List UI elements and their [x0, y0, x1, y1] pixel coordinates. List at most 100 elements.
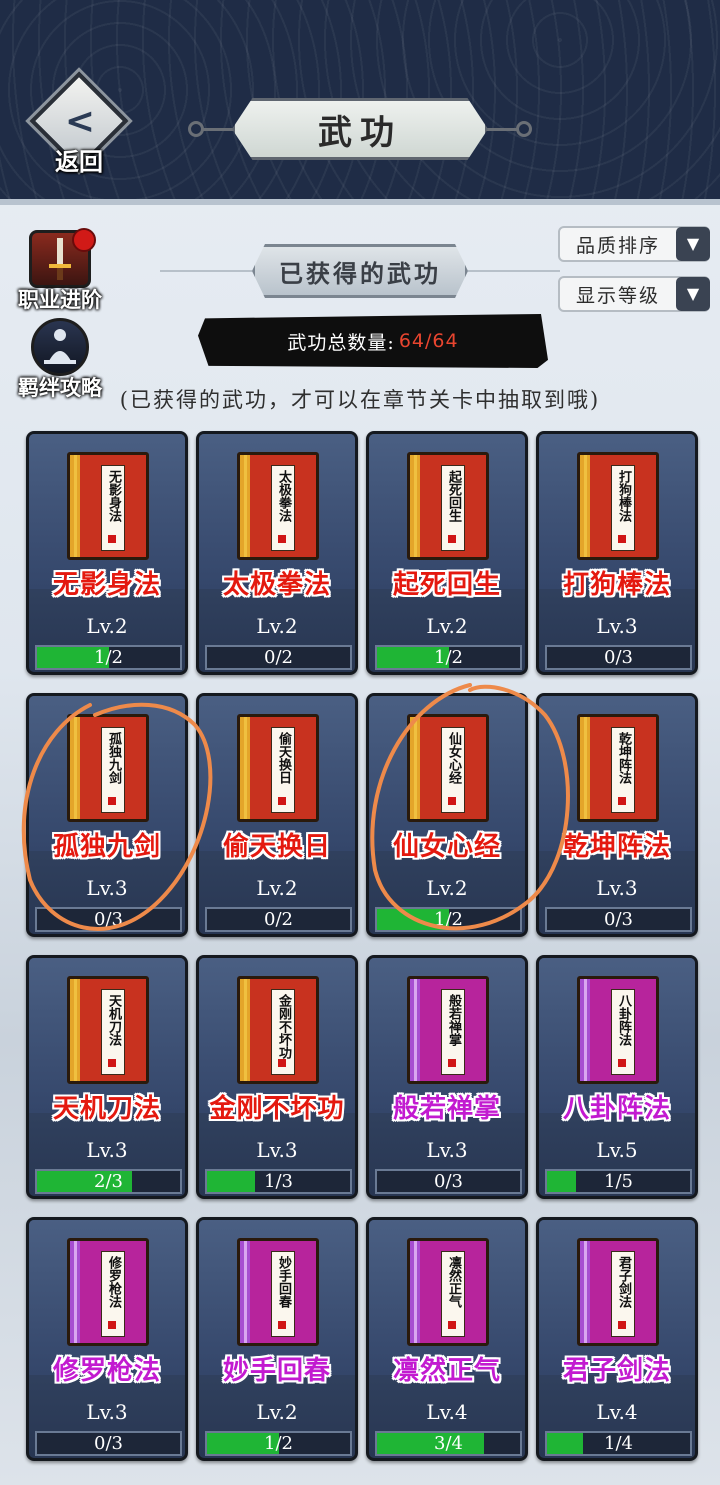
book-binding: [74, 1241, 77, 1343]
book-binding: [244, 717, 247, 819]
martial-art-card[interactable]: 妙手回春 妙手回春 Lv.2 1/2: [196, 1217, 358, 1461]
martial-art-card[interactable]: 太极拳法 太极拳法 Lv.2 0/2: [196, 431, 358, 675]
notification-dot: [72, 228, 96, 252]
martial-art-card[interactable]: 凛然正气 凛然正气 Lv.4 3/4: [366, 1217, 528, 1461]
martial-art-card[interactable]: 仙女心经 仙女心经 Lv.2 1/2: [366, 693, 528, 937]
progress-bar: 1/3: [205, 1169, 352, 1194]
card-level: Lv.3: [596, 876, 638, 900]
martial-art-card[interactable]: 君子剑法 君子剑法 Lv.4 1/4: [536, 1217, 698, 1461]
section-divider-left: [160, 270, 252, 272]
book-binding: [584, 455, 587, 557]
progress-text: 1/4: [604, 1433, 633, 1454]
total-count-value: 64/64: [398, 330, 459, 352]
martial-art-card[interactable]: 天机刀法 天机刀法 Lv.3 2/3: [26, 955, 188, 1199]
card-name: 修罗枪法: [52, 1356, 161, 1386]
seal-stamp-icon: [108, 1321, 116, 1329]
martial-art-card[interactable]: 金刚不坏功 金刚不坏功 Lv.3 1/3: [196, 955, 358, 1199]
scroll-book-icon: 打狗棒法: [577, 452, 659, 560]
card-name: 妙手回春: [222, 1356, 331, 1386]
scroll-book-icon: 乾坤阵法: [577, 714, 659, 822]
scroll-book-icon: 君子剑法: [577, 1238, 659, 1346]
martial-art-card[interactable]: 般若禅掌 般若禅掌 Lv.3 0/3: [366, 955, 528, 1199]
section-divider-right: [468, 270, 560, 272]
chevron-down-icon: ▼: [676, 227, 710, 261]
progress-bar: 0/2: [205, 645, 352, 670]
card-name: 偷天换日: [222, 832, 331, 862]
progress-text: 0/3: [94, 1433, 123, 1454]
progress-bar: 1/2: [205, 1431, 352, 1456]
progress-text: 0/2: [264, 909, 293, 930]
book-binding: [584, 717, 587, 819]
card-level: Lv.3: [426, 1138, 468, 1162]
scroll-book-icon: 太极拳法: [237, 452, 319, 560]
book-binding: [244, 1241, 247, 1343]
book-binding: [74, 979, 77, 1081]
progress-text: 0/3: [604, 909, 633, 930]
martial-art-card[interactable]: 八卦阵法 八卦阵法 Lv.5 1/5: [536, 955, 698, 1199]
progress-text: 1/3: [264, 1171, 293, 1192]
martial-art-card[interactable]: 打狗棒法 打狗棒法 Lv.3 0/3: [536, 431, 698, 675]
page-title: 武功: [318, 112, 402, 153]
scroll-book-icon: 无影身法: [67, 452, 149, 560]
card-level: Lv.2: [256, 876, 298, 900]
total-count-banner: 武功总数量: 64/64: [198, 314, 548, 368]
seal-stamp-icon: [108, 1059, 116, 1067]
progress-bar: 1/2: [375, 907, 522, 932]
seal-stamp-icon: [618, 1059, 626, 1067]
progress-bar: 0/3: [545, 907, 692, 932]
card-level: Lv.2: [256, 1400, 298, 1424]
meditation-glyph-icon: [44, 329, 76, 364]
progress-bar: 0/3: [545, 645, 692, 670]
card-level: Lv.3: [86, 1400, 128, 1424]
martial-art-card[interactable]: 起死回生 起死回生 Lv.2 1/2: [366, 431, 528, 675]
card-name: 仙女心经: [392, 832, 501, 862]
martial-art-card[interactable]: 孤独九剑 孤独九剑 Lv.3 0/3: [26, 693, 188, 937]
card-name: 君子剑法: [562, 1356, 671, 1386]
martial-art-card[interactable]: 修罗枪法 修罗枪法 Lv.3 0/3: [26, 1217, 188, 1461]
progress-text: 0/3: [434, 1171, 463, 1192]
total-count-label: 武功总数量:: [287, 331, 395, 354]
progress-text: 1/2: [94, 647, 123, 668]
progress-text: 0/3: [94, 909, 123, 930]
title-plate: 武功: [232, 98, 488, 160]
seal-stamp-icon: [108, 535, 116, 543]
card-level: Lv.3: [86, 1138, 128, 1162]
seal-stamp-icon: [108, 797, 116, 805]
meditation-icon: [31, 318, 89, 376]
scroll-book-icon: 仙女心经: [407, 714, 489, 822]
quality-sort-label: 品质排序: [575, 234, 660, 257]
book-binding: [244, 979, 247, 1081]
progress-bar: 0/3: [375, 1169, 522, 1194]
card-level: Lv.2: [426, 614, 468, 638]
card-level: Lv.2: [86, 614, 128, 638]
hint-text: (已获得的武功，才可以在章节关卡中抽取到哦): [119, 388, 601, 412]
show-level-dropdown[interactable]: 显示等级 ▼: [558, 276, 710, 312]
scroll-book-icon: 金刚不坏功: [237, 976, 319, 1084]
scroll-book-icon: 孤独九剑: [67, 714, 149, 822]
seal-stamp-icon: [448, 1321, 456, 1329]
martial-art-card[interactable]: 偷天换日 偷天换日 Lv.2 0/2: [196, 693, 358, 937]
seal-stamp-icon: [278, 797, 286, 805]
progress-bar: 3/4: [375, 1431, 522, 1456]
card-name: 凛然正气: [392, 1356, 501, 1386]
card-level: Lv.3: [256, 1138, 298, 1162]
card-level: Lv.3: [596, 614, 638, 638]
career-advance-button[interactable]: 职业进阶: [6, 228, 114, 314]
card-name: 般若禅掌: [392, 1094, 501, 1124]
book-binding: [584, 979, 587, 1081]
martial-art-card[interactable]: 乾坤阵法 乾坤阵法 Lv.3 0/3: [536, 693, 698, 937]
card-level: Lv.2: [256, 614, 298, 638]
progress-bar: 2/3: [35, 1169, 182, 1194]
martial-art-card[interactable]: 无影身法 无影身法 Lv.2 1/2: [26, 431, 188, 675]
seal-stamp-icon: [448, 535, 456, 543]
top-header: < 返回 武功: [0, 0, 720, 205]
progress-bar: 0/2: [205, 907, 352, 932]
scroll-book-icon: 八卦阵法: [577, 976, 659, 1084]
progress-text: 3/4: [434, 1433, 463, 1454]
book-binding: [414, 1241, 417, 1343]
card-level: Lv.2: [426, 876, 468, 900]
back-button[interactable]: < 返回: [29, 71, 129, 178]
seal-stamp-icon: [448, 1059, 456, 1067]
quality-sort-dropdown[interactable]: 品质排序 ▼: [558, 226, 710, 262]
scroll-book-icon: 凛然正气: [407, 1238, 489, 1346]
